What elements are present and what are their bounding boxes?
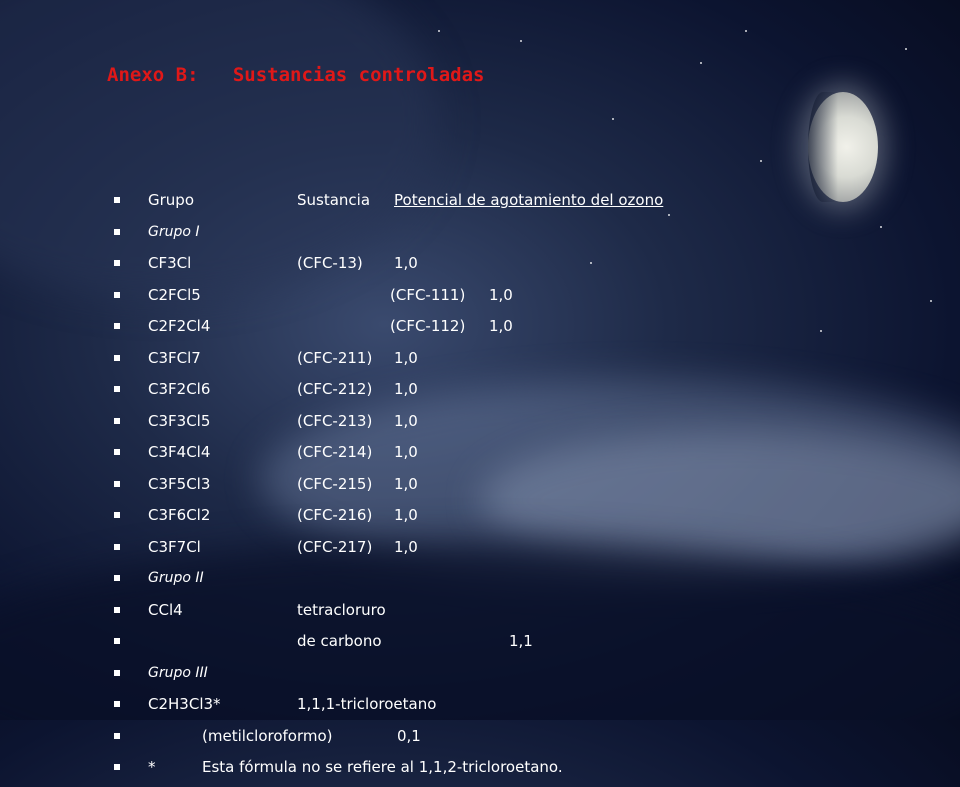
cfc-code: (CFC-217) (297, 537, 373, 556)
substance-alias: (metilcloroformo) (202, 726, 333, 745)
header-substance: Sustancia (297, 191, 371, 209)
bullet-icon (114, 449, 120, 455)
header-potential: Potencial de agotamiento del ozono (394, 191, 664, 209)
annex-heading: Sustancias controladas (232, 64, 485, 86)
ozone-potential: 1,0 (394, 474, 418, 493)
bullet-icon (114, 480, 120, 487)
ozone-potential: 1,0 (394, 506, 418, 524)
ozone-potential: 1,0 (394, 254, 418, 272)
bullet-icon (114, 512, 120, 518)
ozone-potential: 1,0 (394, 348, 418, 367)
bullet-icon (114, 228, 120, 235)
slide-title: Anexo B: Sustancias controladas (107, 64, 485, 86)
bullet-icon (114, 732, 120, 739)
ozone-potential: 1,0 (394, 443, 418, 461)
bullet-icon (114, 291, 120, 298)
footnote-mark: * (148, 758, 156, 776)
ozone-potential: 1,0 (489, 317, 513, 335)
bullet-icon (114, 606, 120, 613)
ozone-potential: 1,0 (489, 285, 513, 304)
bullet-icon (114, 354, 120, 361)
cfc-code: (CFC-111) (390, 285, 466, 304)
cfc-code: (CFC-216) (297, 506, 373, 524)
ozone-potential: 1,1 (509, 632, 533, 650)
night-sky-background (0, 0, 960, 720)
header-text: Grupo Sustancia Potencial de agotamiento d… (148, 188, 663, 212)
cfc-code: (CFC-13) (297, 254, 363, 272)
ozone-potential: 1,0 (394, 380, 418, 398)
substance-name: de carbono (297, 632, 382, 650)
group-label: Grupo II (148, 570, 204, 586)
substance-name: 1,1,1-tricloroetano (297, 695, 437, 713)
bullet-icon (114, 386, 120, 392)
cfc-code: (CFC-215) (297, 474, 373, 493)
formula: CCl4 (148, 600, 183, 619)
bullet-icon (114, 764, 120, 770)
bullet-icon (114, 575, 120, 581)
bullet-icon (114, 260, 120, 266)
ozone-potential: 1,0 (394, 537, 418, 556)
footnote-text: Esta fórmula no se refiere al 1,1,2-tric… (202, 758, 563, 776)
formula: C3F4Cl4 (148, 443, 211, 461)
bullet-icon (114, 197, 120, 203)
header-group: Grupo (148, 191, 194, 209)
group-label: Grupo III (148, 664, 208, 681)
group-label: Grupo I (148, 223, 200, 240)
bullet-icon (114, 669, 120, 676)
formula: C2H3Cl3* (148, 695, 221, 713)
bullet-icon (114, 543, 120, 550)
ozone-potential: 0,1 (397, 726, 421, 745)
bullet-icon (114, 417, 120, 424)
formula: C3F7Cl (148, 537, 201, 556)
formula: C2F2Cl4 (148, 317, 211, 335)
formula: C3F5Cl3 (148, 474, 211, 493)
ozone-potential: 1,0 (394, 411, 418, 430)
formula: CF3Cl (148, 254, 192, 272)
substance-name: tetracloruro (297, 600, 386, 619)
bullet-icon (114, 638, 120, 644)
moon-image (808, 92, 878, 202)
bullet-icon (114, 701, 120, 707)
annex-label: Anexo B: (107, 64, 199, 86)
cfc-code: (CFC-214) (297, 443, 373, 461)
formula: C2FCl5 (148, 285, 201, 304)
bullet-icon (114, 323, 120, 329)
formula: C3FCl7 (148, 348, 201, 367)
cfc-code: (CFC-213) (297, 411, 373, 430)
formula: C3F6Cl2 (148, 506, 211, 524)
cfc-code: (CFC-112) (390, 317, 466, 335)
cfc-code: (CFC-212) (297, 380, 373, 398)
formula: C3F2Cl6 (148, 380, 211, 398)
formula: C3F3Cl5 (148, 411, 211, 430)
cfc-code: (CFC-211) (297, 348, 373, 367)
